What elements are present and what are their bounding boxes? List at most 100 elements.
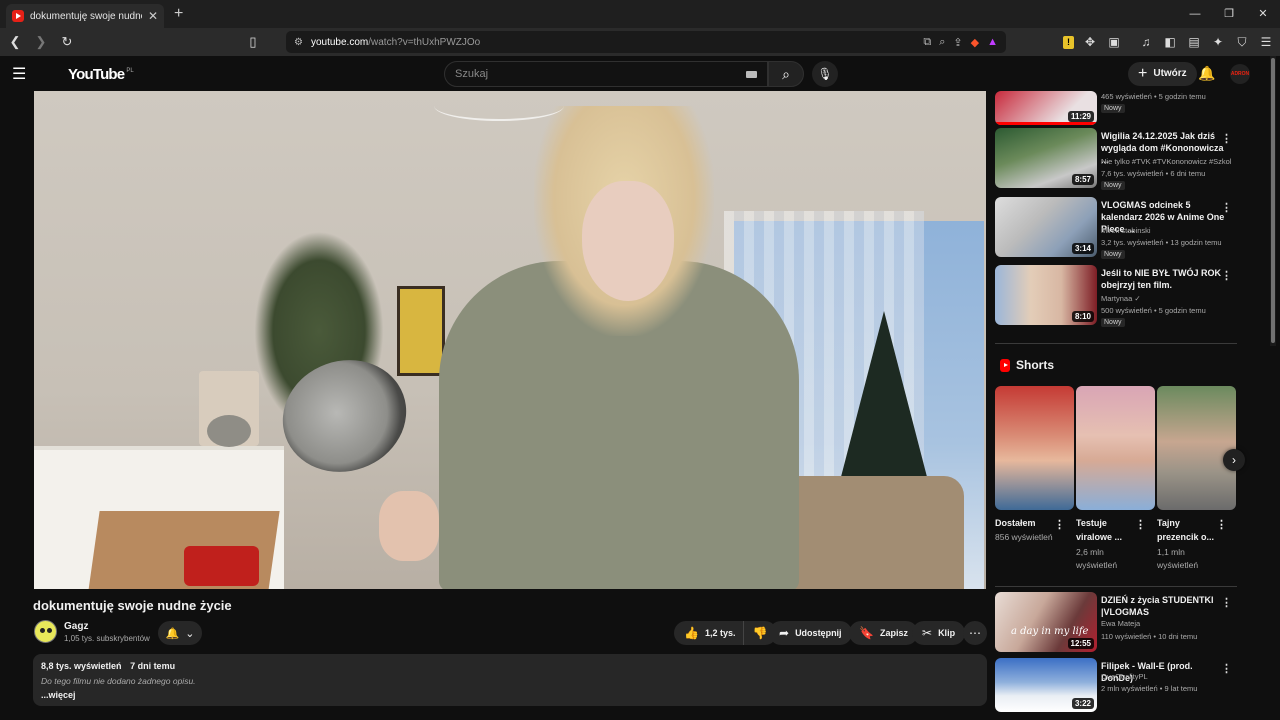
recommendation-item[interactable]: 8:10 Jeśli to NIE BYŁ TWÓJ ROK obejrzyj … [995,265,1240,327]
new-tab-button[interactable]: + [174,5,183,23]
music-icon[interactable]: ♫ [1138,35,1154,49]
subscription-notifications-button[interactable]: 🔔 ⌄ [158,621,202,645]
short-title[interactable]: Dostałem [995,516,1059,530]
notifications-icon[interactable]: 🔔 [1198,65,1215,82]
channel-name[interactable]: Mirek stabinski [1101,226,1231,235]
share-label: Udostępnij [795,628,842,638]
recommendation-item[interactable]: 3:14 VLOGMAS odcinek 5 kalendarz 2026 w … [995,197,1240,259]
channel-name[interactable]: QueQualityPL [1101,672,1231,681]
keyboard-icon[interactable] [746,70,757,78]
voice-search-button[interactable]: 🎙 [812,61,838,87]
recommendation-item[interactable]: 3:22 Filipek - Wall-E (prod. DonDe) QueQ… [995,658,1240,720]
minimize-icon[interactable]: — [1178,0,1212,28]
channel-name[interactable]: Gagz [64,621,88,632]
guide-menu-icon[interactable]: ☰ [12,64,32,84]
more-vert-icon[interactable]: ⋮ [1221,201,1232,214]
more-vert-icon[interactable]: ⋮ [1221,662,1232,675]
video-duration: 8:57 [1071,174,1094,185]
new-badge: Nowy [1101,318,1125,327]
puzzle-extensions-icon[interactable]: ✥ [1082,35,1098,49]
show-more-button[interactable]: ...więcej [41,690,979,700]
sidebar-toggle-icon[interactable]: ◧ [1162,35,1178,49]
vpn-icon[interactable]: ⛉ [1234,35,1250,50]
close-window-icon[interactable]: ✕ [1246,0,1280,28]
channel-name[interactable]: Ewa Mateja [1101,619,1231,628]
site-settings-icon[interactable]: ⚙ [294,37,303,48]
short-item[interactable]: Dostałem 856 wyświetleń ⋮ [995,386,1075,542]
video-title[interactable]: Jeśli to NIE BYŁ TWÓJ ROK obejrzyj ten f… [1101,267,1225,291]
video-meta: 2 mln wyświetleń • 9 lat temu [1101,684,1198,693]
channel-name[interactable]: Martynaa ✓ [1101,294,1231,303]
short-title[interactable]: Testuje viralowe ... [1076,516,1140,544]
video-thumbnail[interactable]: 3:14 [995,197,1097,257]
scrollbar-thumb[interactable] [1271,58,1275,343]
wallet-icon[interactable]: ▤ [1186,35,1202,49]
short-item[interactable]: Tajny prezencik o... 1,1 mln wyświetleń … [1157,386,1237,570]
youtube-logo[interactable]: YouTube PL [46,66,134,501]
like-button[interactable]: 👍 1,2 tys. [674,621,745,645]
channel-name[interactable]: Nie tylko #TVK #TVKononowicz #Szkolna17 [1101,157,1231,166]
short-thumbnail[interactable] [1076,386,1155,510]
extension-icon[interactable]: ! [1063,35,1074,49]
more-vert-icon[interactable]: ⋮ [1221,269,1232,282]
tab-close-icon[interactable]: ✕ [148,9,158,23]
youtube-header: ☰ YouTube PL Szukaj ⌕ 🎙 + Utwórz 🔔 ADRON [0,56,1280,501]
menu-icon[interactable]: ☰ [1258,35,1274,49]
share-button[interactable]: ➦ Udostępnij [769,621,852,645]
account-avatar[interactable]: ADRON [1230,64,1250,84]
save-button[interactable]: 🔖 Zapisz [849,621,918,645]
chevron-down-icon: ⌄ [185,627,195,640]
video-title[interactable]: DZIEŃ z życia STUDENTKI |VLOGMAS [1101,594,1225,618]
channel-avatar[interactable] [34,620,57,643]
page-scrollbar[interactable] [1270,56,1276,346]
shorts-next-button[interactable]: › [1223,449,1245,471]
chevron-right-icon: › [1232,453,1236,467]
short-title[interactable]: Tajny prezencik o... [1157,516,1221,544]
description-text: Do tego filmu nie dodano żadnego opisu. [41,676,196,686]
more-vert-icon[interactable]: ⋮ [1054,518,1065,531]
video-thumbnail[interactable]: 11:29 [995,91,1097,125]
recommendation-item[interactable]: a day in my life 12:55 DZIEŃ z życia STU… [995,592,1240,654]
clip-button[interactable]: ✂ Klip [912,621,966,645]
browser-tab[interactable]: dokumentuję swoje nudne życie ✕ [6,4,164,28]
short-thumbnail[interactable] [1157,386,1236,510]
screenshot-icon[interactable]: ▣ [1106,35,1122,49]
recommendation-item[interactable]: 8:57 Wigilia 24.12.2025 Jak dziś wygląda… [995,128,1240,190]
more-vert-icon[interactable]: ⋮ [1221,596,1232,609]
search-icon: ⌕ [782,66,790,82]
search-input[interactable]: Szukaj [444,61,768,87]
browser-tabbar: dokumentuję swoje nudne życie ✕ + — ❐ ✕ [0,0,1280,28]
search-button[interactable]: ⌕ [768,61,804,87]
bookmark-icon[interactable]: ▯ [244,33,262,51]
video-meta: 465 wyświetleń • 5 godzin temu [1101,92,1206,101]
plus-icon: + [1138,65,1148,82]
share-page-icon[interactable]: ⇪ [953,36,962,49]
zoom-icon[interactable]: ⌕ [939,36,945,49]
brave-shield-icon[interactable]: ◆ [971,36,979,49]
description-box[interactable]: 8,8 tys. wyświetleń 7 dni temu Do tego f… [33,654,987,706]
short-thumbnail[interactable] [995,386,1074,510]
brave-rewards-icon[interactable]: ▲ [987,36,998,48]
video-player[interactable] [34,91,986,589]
video-thumbnail[interactable]: a day in my life 12:55 [995,592,1097,652]
back-icon[interactable]: ❮ [6,33,24,51]
restore-icon[interactable]: ❐ [1212,0,1246,28]
logo-country: PL [126,67,134,74]
leo-ai-icon[interactable]: ✦ [1210,35,1226,49]
video-thumbnail[interactable]: 8:10 [995,265,1097,325]
video-thumbnail[interactable]: 3:22 [995,658,1097,712]
more-actions-button[interactable]: ⋯ [963,621,987,645]
create-button[interactable]: + Utwórz [1128,62,1197,86]
more-vert-icon[interactable]: ⋮ [1216,518,1227,531]
short-item[interactable]: Testuje viralowe ... 2,6 mln wyświetleń … [1076,386,1156,570]
recommendation-item[interactable]: 11:29 465 wyświetleń • 5 godzin temu Now… [995,91,1240,125]
more-vert-icon[interactable]: ⋮ [1221,132,1232,145]
video-duration: 8:10 [1071,311,1094,322]
forward-icon[interactable]: ❯ [32,33,50,51]
video-thumbnail[interactable]: 8:57 [995,128,1097,188]
address-bar[interactable]: ⚙ youtube.com/watch?v=thUxhPWZJOo ⧉ ⌕ ⇪ … [286,31,1006,53]
short-views: 856 wyświetleń [995,532,1053,542]
more-vert-icon[interactable]: ⋮ [1135,518,1146,531]
reload-icon[interactable]: ↻ [58,33,76,51]
open-in-app-icon[interactable]: ⧉ [923,36,931,49]
